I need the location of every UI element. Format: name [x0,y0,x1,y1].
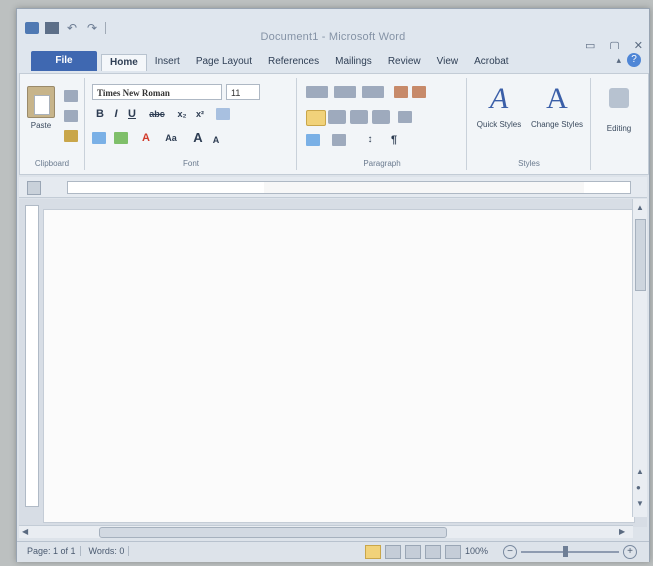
word-count[interactable]: Words: 0 [85,546,130,556]
font-group: Times New Roman 11 B I U abc x₂ x² A Aa … [86,78,297,170]
change-case-button[interactable]: Aa [160,130,182,146]
status-bar: Page: 1 of 1 Words: 0 100% − + [17,541,649,562]
font-size-box[interactable]: 11 [226,84,260,100]
clipboard-group-label: Clipboard [34,159,70,168]
underline-button[interactable]: U [124,106,140,122]
ribbon-tabs: File Home Insert Page Layout References … [17,49,649,73]
title-bar: ↶ ↷ Document1 - Microsoft Word ▭ ▢ ✕ [17,9,649,52]
show-marks-button[interactable]: ¶ [386,132,402,148]
bullets-icon[interactable] [306,86,328,98]
align-left-button[interactable] [306,110,326,126]
document-page[interactable] [43,209,635,523]
editing-button[interactable]: Editing [598,88,640,133]
increase-indent-icon[interactable] [412,86,426,98]
browse-object-icon[interactable]: ● [636,483,641,492]
page-count[interactable]: Page: 1 of 1 [23,546,81,556]
zoom-slider-thumb[interactable] [563,546,568,557]
zoom-out-button[interactable]: − [503,545,517,559]
print-layout-view-button[interactable] [365,545,381,559]
tab-home[interactable]: Home [101,54,147,71]
change-styles-button[interactable]: A Change Styles [530,82,584,129]
paragraph-group: ↕ ¶ Paragraph [298,78,467,170]
scroll-up-icon[interactable]: ▲ [636,203,644,212]
editing-group: Editing [592,78,646,170]
superscript-button[interactable]: x² [192,106,208,122]
align-right-button[interactable] [350,110,368,124]
clear-formatting-icon[interactable] [216,108,230,120]
justify-button[interactable] [372,110,390,124]
quick-styles-button[interactable]: A Quick Styles [472,82,526,129]
change-styles-label: Change Styles [530,120,584,129]
ruler-bar [19,177,647,198]
grow-font-button[interactable]: A [190,130,206,146]
previous-page-icon[interactable]: ▲ [636,467,644,476]
font-name-box[interactable]: Times New Roman [92,84,222,100]
change-styles-icon: A [546,82,568,115]
document-area: ▲ ▲ ● ▼ [19,199,647,527]
scroll-left-icon[interactable]: ◀ [22,527,28,536]
italic-button[interactable]: I [108,106,124,122]
tab-selector-button[interactable] [27,181,41,195]
view-buttons [365,545,461,559]
scroll-right-icon[interactable]: ▶ [619,527,625,536]
tab-view[interactable]: View [429,54,467,71]
vertical-ruler[interactable] [25,205,39,507]
ribbon-collapse-icon[interactable]: ▴ [616,55,621,66]
editing-label: Editing [606,124,632,133]
borders-icon[interactable] [332,134,346,146]
numbering-icon[interactable] [334,86,356,98]
paste-label: Paste [30,121,52,130]
clipboard-group: Paste Clipboard [20,78,85,170]
quick-styles-label: Quick Styles [476,120,522,129]
paste-icon [27,86,55,118]
horizontal-scrollbar[interactable]: ◀ ▶ [19,525,633,538]
styles-group-label: Styles [518,159,540,168]
horizontal-ruler[interactable] [67,181,631,194]
shrink-font-button[interactable]: A [208,132,224,148]
tab-insert[interactable]: Insert [147,54,188,71]
font-color-button[interactable]: A [138,130,154,146]
bold-button[interactable]: B [92,106,108,122]
format-painter-icon[interactable] [64,130,78,142]
horizontal-scroll-thumb[interactable] [99,527,447,538]
full-screen-view-button[interactable] [385,545,401,559]
highlight-icon[interactable] [114,132,128,144]
quick-styles-icon: A [489,82,509,115]
tab-page-layout[interactable]: Page Layout [188,54,260,71]
vertical-scroll-thumb[interactable] [635,219,646,291]
vertical-scrollbar[interactable]: ▲ ▲ ● ▼ [632,199,647,517]
web-layout-view-button[interactable] [405,545,421,559]
multilevel-list-icon[interactable] [362,86,384,98]
decrease-indent-icon[interactable] [394,86,408,98]
word-window: ↶ ↷ Document1 - Microsoft Word ▭ ▢ ✕ Fil… [16,8,650,562]
shading-icon[interactable] [306,134,320,146]
copy-icon[interactable] [64,110,78,122]
next-page-icon[interactable]: ▼ [636,499,644,508]
help-icon[interactable]: ? [627,53,641,67]
styles-group: A Quick Styles A Change Styles Styles [468,78,591,170]
text-effects-icon[interactable] [92,132,106,144]
window-title: Document1 - Microsoft Word [260,31,406,43]
sort-button[interactable]: ↕ [362,132,378,148]
line-spacing-icon[interactable] [398,111,412,123]
ribbon: Paste Clipboard Times New Roman 11 B I U… [19,73,649,175]
strikethrough-button[interactable]: abc [144,106,170,122]
paragraph-group-label: Paragraph [363,159,401,168]
zoom-slider[interactable] [521,551,619,553]
subscript-button[interactable]: x₂ [174,106,190,122]
binoculars-icon [609,88,629,108]
font-group-label: Font [182,159,199,168]
zoom-level[interactable]: 100% [465,546,488,556]
tab-references[interactable]: References [260,54,327,71]
draft-view-button[interactable] [445,545,461,559]
tab-mailings[interactable]: Mailings [327,54,380,71]
outline-view-button[interactable] [425,545,441,559]
tab-acrobat[interactable]: Acrobat [466,54,516,71]
paste-button[interactable]: Paste [24,86,58,130]
tab-file[interactable]: File [31,51,97,71]
align-center-button[interactable] [328,110,346,124]
tab-review[interactable]: Review [380,54,429,71]
zoom-in-button[interactable]: + [623,545,637,559]
cut-icon[interactable] [64,90,78,102]
